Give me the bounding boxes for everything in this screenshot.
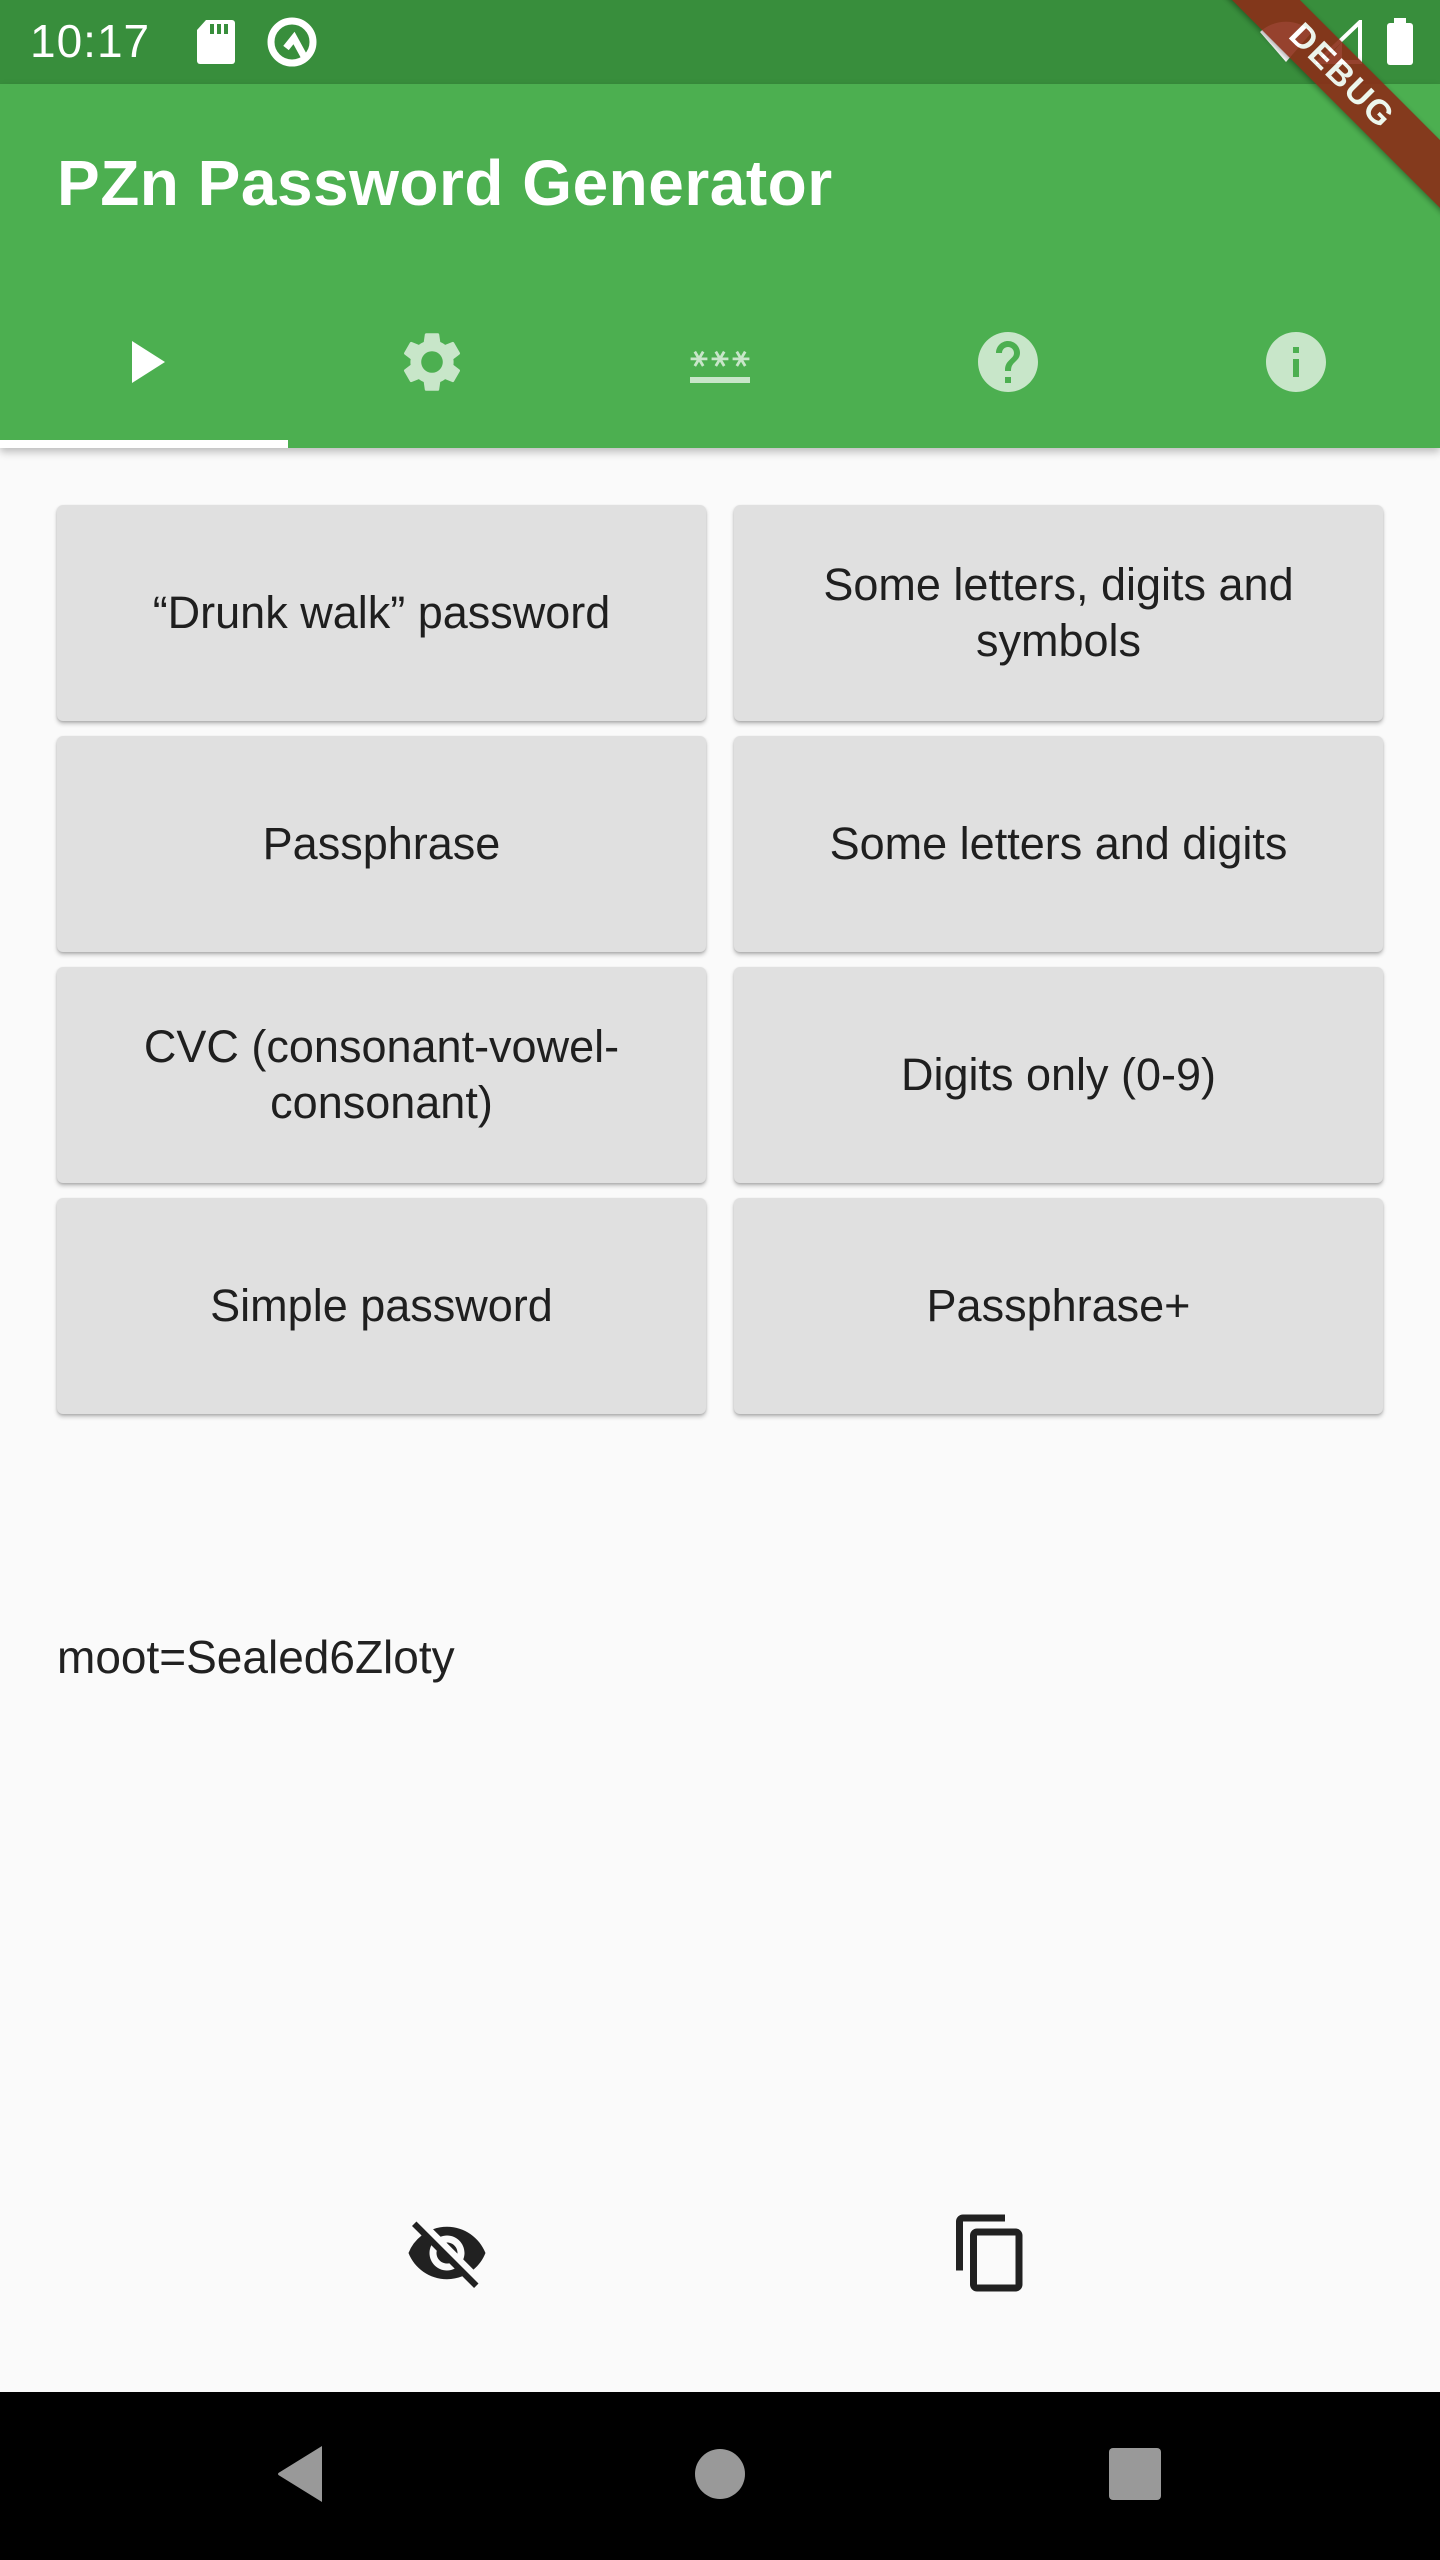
battery-icon [1386,18,1414,71]
status-bar: 10:17 [0,0,1440,84]
status-time: 10:17 [30,15,151,67]
nav-recents-button[interactable] [1085,2426,1185,2526]
back-icon [272,2442,332,2511]
home-icon [692,2446,748,2507]
tab-bar [0,280,1440,448]
app-title: PZn Password Generator [57,147,833,219]
generated-password[interactable]: moot=Sealed6Zloty [57,1630,455,1684]
gear-icon [396,326,468,403]
passphrase-button[interactable]: Passphrase [57,736,706,952]
password-icon [684,326,756,403]
app-screen: 10:17 DEBUG PZn Password Generator “Drun… [0,0,1440,2560]
passphrase-plus-button[interactable]: Passphrase+ [734,1198,1383,1414]
play-icon [108,326,180,403]
copy-icon [949,2211,1033,2300]
recents-icon [1107,2446,1163,2507]
simple-password-button[interactable]: Simple password [57,1198,706,1414]
tab-help[interactable] [864,280,1152,448]
letters-digits-symbols-button[interactable]: Some letters, digits and symbols [734,505,1383,721]
system-nav-bar [0,2392,1440,2560]
generator-buttons-grid: “Drunk walk” password Some letters, digi… [57,505,1383,1414]
copy-button[interactable] [936,2200,1046,2310]
tab-password[interactable] [576,280,864,448]
tab-settings[interactable] [288,280,576,448]
visibility-off-icon [405,2211,489,2300]
sd-card-icon [196,18,236,71]
app-bar: PZn Password Generator [0,84,1440,448]
selected-tab-indicator [0,440,288,448]
digits-only-button[interactable]: Digits only (0-9) [734,967,1383,1183]
nav-back-button[interactable] [252,2426,352,2526]
toggle-visibility-button[interactable] [392,2200,502,2310]
info-icon [1260,326,1332,403]
tab-info[interactable] [1152,280,1440,448]
cvc-button[interactable]: CVC (consonant-vowel-consonant) [57,967,706,1183]
drunk-walk-button[interactable]: “Drunk walk” password [57,505,706,721]
tab-generate[interactable] [0,280,288,448]
letters-digits-button[interactable]: Some letters and digits [734,736,1383,952]
nav-home-button[interactable] [670,2426,770,2526]
android-q-icon [266,16,318,73]
help-icon [972,326,1044,403]
